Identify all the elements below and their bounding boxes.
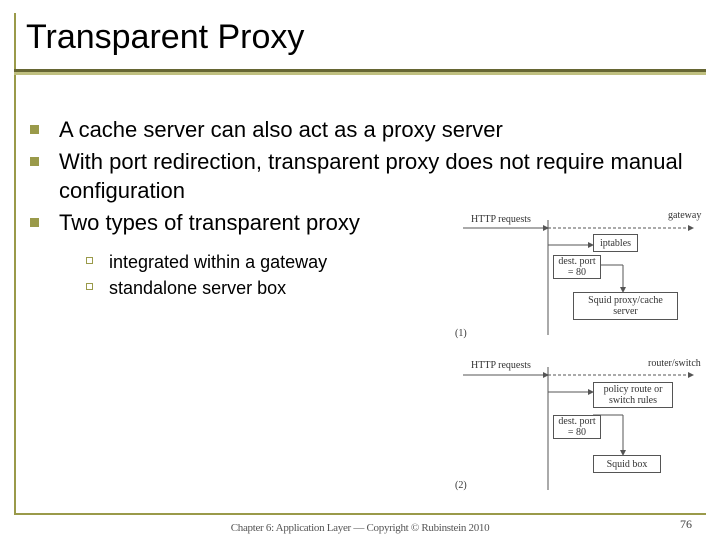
diagram-box: dest. port = 80 bbox=[553, 415, 601, 439]
sub-bullet-text: integrated within a gateway bbox=[109, 250, 327, 274]
diagram-box: Squid box bbox=[593, 455, 661, 473]
bullet-text: A cache server can also act as a proxy s… bbox=[59, 115, 690, 145]
square-bullet-icon bbox=[30, 157, 39, 166]
diagram-box: policy route or switch rules bbox=[593, 382, 673, 408]
diagram-marker: (1) bbox=[455, 328, 467, 339]
page-number: 76 bbox=[680, 517, 692, 532]
diagram-box: iptables bbox=[593, 234, 638, 252]
diagram-label: HTTP requests bbox=[471, 360, 531, 371]
diagram-label: router/switch bbox=[648, 358, 701, 369]
sub-bullet-text: standalone server box bbox=[109, 276, 286, 300]
diagram-box: dest. port = 80 bbox=[553, 255, 601, 279]
bullet-text: With port redirection, transparent proxy… bbox=[59, 147, 690, 206]
footer-text: Chapter 6: Application Layer — Copyright… bbox=[0, 522, 720, 534]
hollow-square-bullet-icon bbox=[86, 257, 93, 264]
diagram-label: HTTP requests bbox=[471, 214, 531, 225]
square-bullet-icon bbox=[30, 218, 39, 227]
diagram-label: gateway bbox=[668, 210, 701, 221]
hollow-square-bullet-icon bbox=[86, 283, 93, 290]
square-bullet-icon bbox=[30, 125, 39, 134]
diagram-box: Squid proxy/cache server bbox=[573, 292, 678, 320]
slide-title: Transparent Proxy bbox=[26, 18, 304, 57]
proxy-diagram: HTTP requests gateway iptables dest. por… bbox=[453, 210, 708, 500]
diagram-marker: (2) bbox=[455, 480, 467, 491]
bullet-item: With port redirection, transparent proxy… bbox=[30, 147, 690, 206]
bullet-item: A cache server can also act as a proxy s… bbox=[30, 115, 690, 145]
